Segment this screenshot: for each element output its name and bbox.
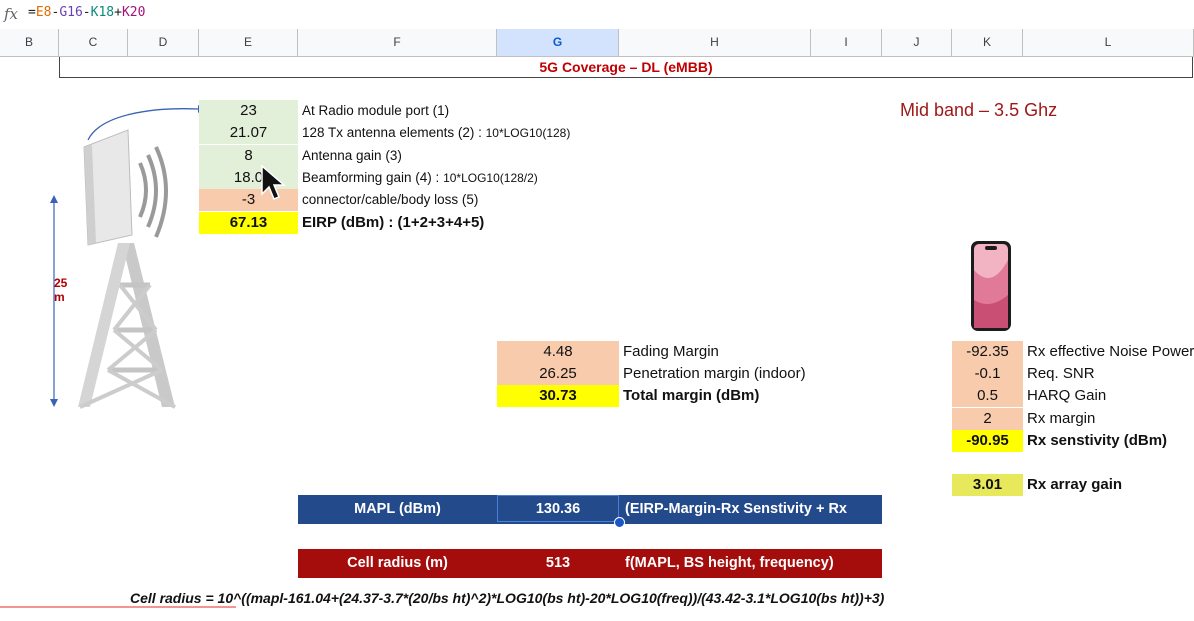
eirp-label-1[interactable]: At Radio module port (1): [302, 100, 449, 122]
phone-icon: [971, 241, 1011, 331]
rx-cell-snr[interactable]: -0.1: [952, 363, 1023, 385]
eirp-label-3[interactable]: Antenna gain (3): [302, 145, 402, 167]
eirp-label-2[interactable]: 128 Tx antenna elements (2) : 10*LOG10(1…: [302, 122, 570, 144]
mapl-description[interactable]: (EIRP-Margin-Rx Senstivity + Rx gain): [625, 495, 882, 553]
column-header-f[interactable]: F: [298, 29, 497, 56]
formula-token: =: [28, 5, 36, 20]
eirp-label-text: At Radio module port (1): [302, 103, 450, 118]
formula-token: K18: [90, 5, 115, 20]
column-header-k[interactable]: K: [952, 29, 1023, 56]
formula-token: +: [114, 5, 122, 20]
column-header-l[interactable]: L: [1023, 29, 1194, 56]
formula-bar[interactable]: fx =E8-G16-K18+K20: [0, 0, 1194, 30]
column-header-g[interactable]: G: [497, 29, 619, 56]
band-label[interactable]: Mid band – 3.5 Ghz: [900, 100, 1057, 121]
mapl-row: MAPL (dBm) 130.36 (EIRP-Margin-Rx Sensti…: [298, 495, 882, 546]
eirp-total-label[interactable]: EIRP (dBm) : (1+2+3+4+5): [302, 212, 484, 234]
cell-radius-description[interactable]: f(MAPL, BS height, frequency): [625, 549, 834, 578]
arrow-curve-icon: [87, 108, 199, 141]
column-header-d[interactable]: D: [128, 29, 199, 56]
formula-token: E8: [35, 5, 52, 20]
fill-handle[interactable]: [614, 517, 625, 528]
eirp-label-4[interactable]: Beamforming gain (4) : 10*LOG10(128/2): [302, 167, 538, 189]
margin-label-fading[interactable]: Fading Margin: [623, 341, 719, 363]
margin-label-penetration[interactable]: Penetration margin (indoor): [623, 363, 806, 385]
cell-radius-label[interactable]: Cell radius (m): [298, 549, 497, 578]
eirp-label-text: 128 Tx antenna elements (2) :: [302, 125, 486, 140]
rx-label-harq[interactable]: HARQ Gain: [1027, 385, 1106, 407]
eirp-cell-2[interactable]: 21.07: [199, 122, 298, 144]
tower-height-label: 25 m: [54, 276, 67, 304]
rx-cell-harq[interactable]: 0.5: [952, 385, 1023, 407]
formula-token: G16: [59, 5, 83, 20]
column-header-e[interactable]: E: [199, 29, 298, 56]
tower-height-unit: m: [54, 290, 65, 304]
eirp-label-formula: 10*LOG10(128/2): [443, 171, 538, 185]
mapl-label[interactable]: MAPL (dBm): [298, 495, 497, 524]
eirp-label-formula: 10*LOG10(128): [485, 126, 571, 140]
column-header-c[interactable]: C: [59, 29, 128, 56]
mapl-value-cell[interactable]: 130.36: [497, 495, 619, 522]
sheet-title[interactable]: 5G Coverage – DL (eMBB): [59, 57, 1193, 78]
fx-icon: fx: [4, 5, 19, 23]
formula-token: -: [82, 5, 91, 20]
cell-radius-value[interactable]: 513: [497, 549, 619, 578]
rx-cell-noise[interactable]: -92.35: [952, 341, 1023, 363]
eirp-label-text: Antenna gain (3): [302, 148, 402, 163]
rx-array-gain-cell[interactable]: 3.01: [952, 474, 1023, 496]
rx-label-margin[interactable]: Rx margin: [1027, 408, 1095, 430]
rx-cell-margin[interactable]: 2: [952, 408, 1023, 430]
cell-tower-illustration: [50, 105, 200, 409]
margin-total-cell[interactable]: 30.73: [497, 385, 619, 407]
eirp-total-cell[interactable]: 67.13: [199, 212, 298, 234]
cell-radius-row: Cell radius (m) 513 f(MAPL, BS height, f…: [298, 549, 882, 578]
column-header-j[interactable]: J: [882, 29, 952, 56]
eirp-cell-1[interactable]: 23: [199, 100, 298, 122]
mouse-cursor-icon: [261, 164, 286, 200]
tower-height-value: 25: [54, 276, 68, 290]
formula-input[interactable]: =E8-G16-K18+K20: [28, 5, 145, 20]
cell-radius-formula[interactable]: Cell radius = 10^((mapl-161.04+(24.37-3.…: [130, 590, 884, 606]
rx-label-snr[interactable]: Req. SNR: [1027, 363, 1095, 385]
rx-label-noise[interactable]: Rx effective Noise Power: [1027, 341, 1194, 363]
margin-total-label[interactable]: Total margin (dBm): [623, 385, 759, 407]
rx-sensitivity-cell[interactable]: -90.95: [952, 430, 1023, 452]
rx-array-gain-label[interactable]: Rx array gain: [1027, 474, 1122, 496]
margin-cell-penetration[interactable]: 26.25: [497, 363, 619, 385]
rx-sensitivity-label[interactable]: Rx senstivity (dBm): [1027, 430, 1167, 452]
eirp-label-text: Beamforming gain (4) :: [302, 170, 444, 185]
eirp-label-5[interactable]: connector/cable/body loss (5): [302, 189, 478, 211]
video-progress-bar[interactable]: [0, 606, 236, 608]
column-header-row: B C D E F G H I J K L: [0, 29, 1194, 57]
formula-token: K20: [121, 5, 146, 20]
column-header-i[interactable]: I: [811, 29, 882, 56]
margin-cell-fading[interactable]: 4.48: [497, 341, 619, 363]
eirp-label-text: connector/cable/body loss (5): [302, 192, 479, 207]
column-header-b[interactable]: B: [0, 29, 59, 56]
column-header-h[interactable]: H: [619, 29, 811, 56]
